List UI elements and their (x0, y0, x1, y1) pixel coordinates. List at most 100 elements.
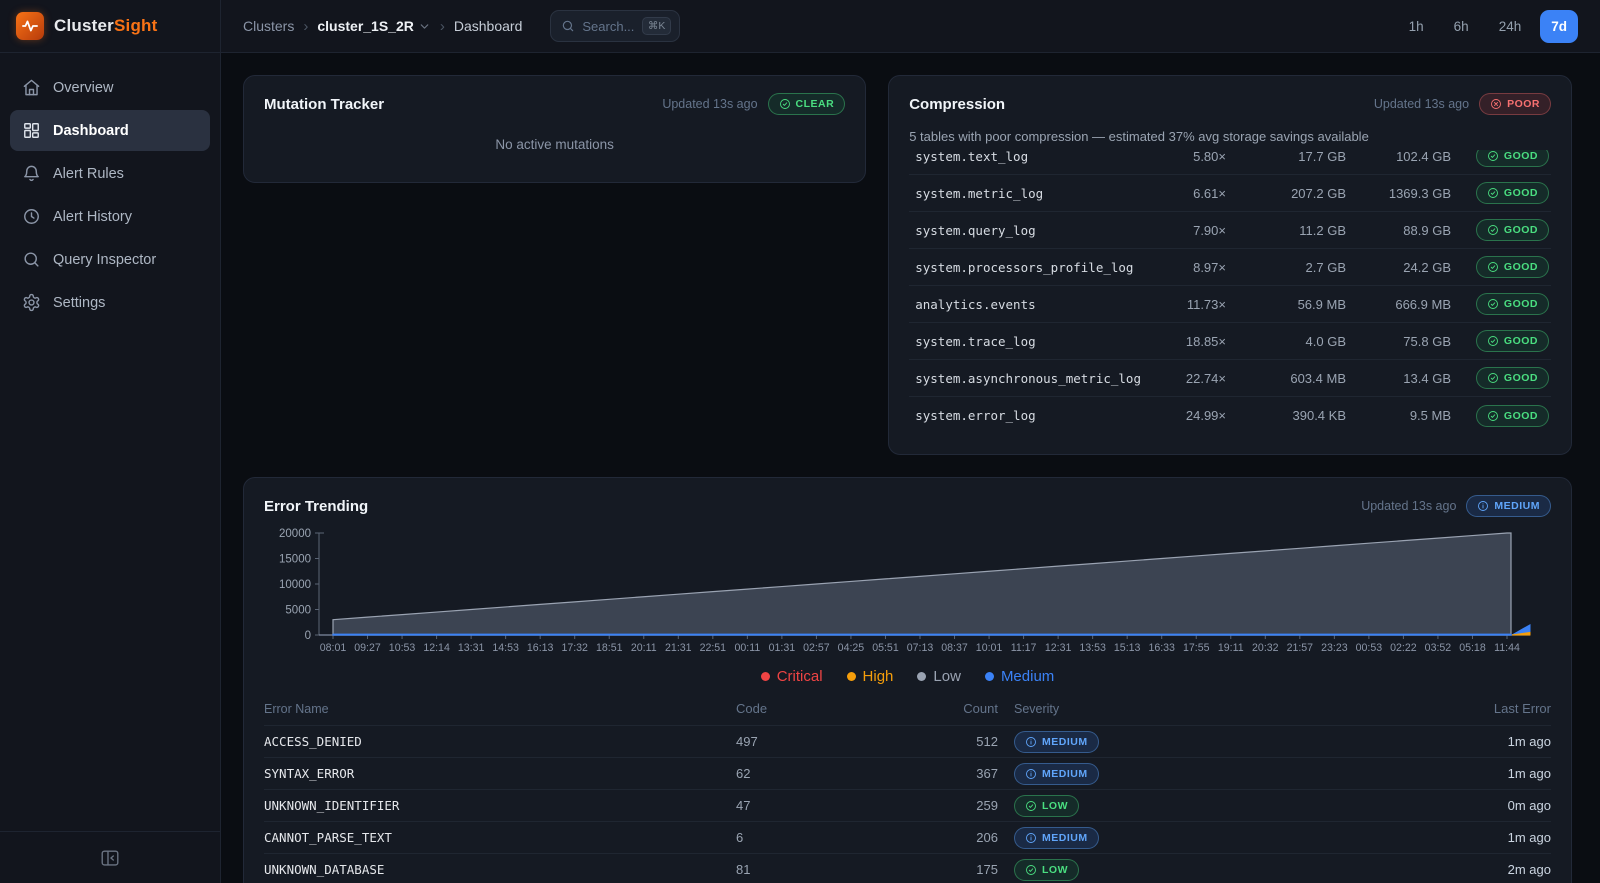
uncompressed-size: 666.9 MB (1346, 297, 1451, 312)
legend-item-low[interactable]: Low (917, 668, 961, 685)
error-trending-card: Error Trending Updated 13s ago MEDIUM 05… (243, 477, 1572, 883)
compression-table-scroll[interactable]: system.text_log 5.80× 17.7 GB 102.4 GB G… (909, 150, 1551, 442)
topbar: Clusters › cluster_1S_2R › Dashboard ⌘K … (221, 0, 1600, 53)
error-table-header: Error Name Code Count Severity Last Erro… (264, 695, 1551, 725)
last-error-time: 1m ago (1421, 830, 1551, 845)
legend-item-critical[interactable]: Critical (761, 668, 823, 685)
severity-badge: LOW (1014, 859, 1079, 881)
svg-text:19:11: 19:11 (1218, 642, 1244, 654)
legend-label: Medium (1001, 668, 1054, 685)
info-circle-icon (1025, 832, 1037, 844)
compression-ratio: 8.97× (1141, 260, 1226, 275)
svg-text:12:14: 12:14 (423, 642, 450, 654)
info-circle-icon (1025, 768, 1037, 780)
time-range-24h[interactable]: 24h (1488, 10, 1533, 43)
svg-text:05:51: 05:51 (872, 642, 899, 654)
sidebar-item-alert-rules[interactable]: Alert Rules (10, 153, 210, 194)
updated-timestamp: Updated 13s ago (1361, 499, 1456, 513)
sidebar-item-overview[interactable]: Overview (10, 67, 210, 108)
sidebar-item-settings[interactable]: Settings (10, 282, 210, 323)
time-range-6h[interactable]: 6h (1443, 10, 1480, 43)
breadcrumb-separator: › (440, 18, 445, 35)
svg-text:0: 0 (305, 630, 311, 642)
svg-text:17:55: 17:55 (1183, 642, 1210, 654)
error-count: 259 (916, 798, 998, 813)
info-circle-icon (1025, 736, 1037, 748)
error-trending-chart-container: 0500010000150002000008:0109:2710:5312:14… (264, 527, 1551, 666)
breadcrumb-cluster-selector[interactable]: cluster_1S_2R (317, 18, 431, 34)
svg-text:10:53: 10:53 (389, 642, 416, 654)
uncompressed-size: 13.4 GB (1346, 371, 1451, 386)
check-circle-icon (1487, 372, 1499, 384)
time-range-group: 1h6h24h7d (1398, 10, 1578, 43)
check-circle-icon (1487, 187, 1499, 199)
uncompressed-size: 24.2 GB (1346, 260, 1451, 275)
compression-summary: 5 tables with poor compression — estimat… (909, 129, 1551, 144)
compression-row-status-badge: GOOD (1476, 293, 1549, 315)
breadcrumb-clusters[interactable]: Clusters (243, 18, 294, 34)
check-circle-icon (1487, 410, 1499, 422)
compression-row-status-badge: GOOD (1476, 256, 1549, 278)
card-title: Compression (909, 96, 1005, 113)
x-circle-icon (1490, 98, 1502, 110)
legend-item-high[interactable]: High (847, 668, 894, 685)
app-root: ClusterSight OverviewDashboardAlert Rule… (0, 0, 1600, 883)
last-error-time: 1m ago (1421, 766, 1551, 781)
compressed-size: 2.7 GB (1226, 260, 1346, 275)
legend-label: High (863, 668, 894, 685)
svg-text:10:01: 10:01 (976, 642, 1003, 654)
compression-ratio: 6.61× (1141, 186, 1226, 201)
main-column: Clusters › cluster_1S_2R › Dashboard ⌘K … (221, 0, 1600, 883)
error-count: 206 (916, 830, 998, 845)
sidebar-nav: OverviewDashboardAlert RulesAlert Histor… (0, 53, 220, 323)
search-icon (561, 19, 575, 33)
svg-text:08:37: 08:37 (941, 642, 968, 654)
last-error-time: 1m ago (1421, 734, 1551, 749)
legend-item-medium[interactable]: Medium (985, 668, 1054, 685)
compression-ratio: 11.73× (1141, 297, 1226, 312)
error-count: 367 (916, 766, 998, 781)
svg-text:08:01: 08:01 (320, 642, 347, 654)
error-table: Error Name Code Count Severity Last Erro… (264, 695, 1551, 883)
compressed-size: 11.2 GB (1226, 223, 1346, 238)
severity-badge: MEDIUM (1014, 731, 1099, 753)
svg-text:00:11: 00:11 (734, 642, 760, 654)
svg-text:17:32: 17:32 (561, 642, 588, 654)
check-circle-icon (1025, 800, 1037, 812)
error-code: 47 (736, 798, 916, 813)
breadcrumb-dashboard[interactable]: Dashboard (454, 18, 523, 34)
pulse-logo-icon (16, 12, 44, 40)
search-input[interactable] (582, 19, 634, 34)
time-range-7d[interactable]: 7d (1540, 10, 1578, 43)
sidebar-item-dashboard[interactable]: Dashboard (10, 110, 210, 151)
gear-icon (22, 293, 41, 312)
compression-row-status-badge: GOOD (1476, 367, 1549, 389)
svg-text:20000: 20000 (279, 528, 311, 540)
search-box[interactable]: ⌘K (550, 10, 680, 42)
sidebar-footer (0, 831, 220, 883)
svg-text:04:25: 04:25 (838, 642, 865, 654)
svg-text:23:23: 23:23 (1321, 642, 1348, 654)
brand-name: ClusterSight (54, 16, 157, 36)
breadcrumb: Clusters › cluster_1S_2R › Dashboard (243, 18, 522, 35)
svg-text:05:18: 05:18 (1459, 642, 1486, 654)
table-name: system.asynchronous_metric_log (909, 371, 1141, 386)
chart-legend: Critical High Low Medium (264, 668, 1551, 685)
compressed-size: 56.9 MB (1226, 297, 1346, 312)
svg-text:13:31: 13:31 (458, 642, 485, 654)
sidebar-collapse-button[interactable] (99, 847, 121, 869)
sidebar-item-query-inspector[interactable]: Query Inspector (10, 239, 210, 280)
time-range-1h[interactable]: 1h (1398, 10, 1435, 43)
compression-row-status-badge: GOOD (1476, 330, 1549, 352)
svg-text:09:27: 09:27 (354, 642, 381, 654)
sidebar-item-label: Settings (53, 295, 105, 311)
sidebar-item-label: Query Inspector (53, 252, 156, 268)
error-name: ACCESS_DENIED (264, 734, 736, 749)
svg-text:15000: 15000 (279, 554, 311, 566)
compression-row-status-badge: GOOD (1476, 405, 1549, 427)
error-name: CANNOT_PARSE_TEXT (264, 830, 736, 845)
table-row: system.asynchronous_metric_log 22.74× 60… (909, 360, 1551, 397)
table-name: analytics.events (909, 297, 1141, 312)
sidebar-item-alert-history[interactable]: Alert History (10, 196, 210, 237)
legend-dot (985, 672, 994, 681)
